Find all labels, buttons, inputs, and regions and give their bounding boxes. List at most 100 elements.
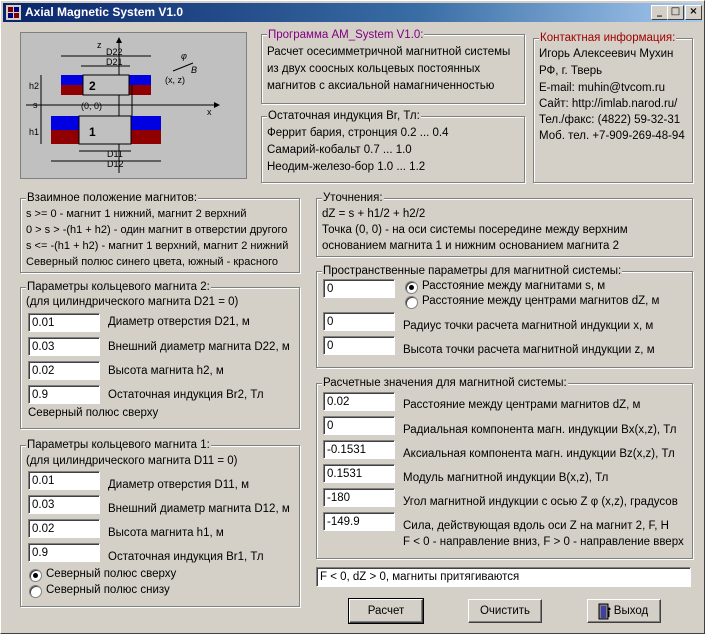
north-bottom-radio[interactable] (29, 585, 42, 598)
d21-label: Диаметр отверстия D21, м (108, 316, 250, 328)
d21-input[interactable]: 0.01 (28, 313, 100, 332)
dz-output[interactable]: 0.02 (323, 392, 395, 411)
z-arrow-icon (116, 37, 122, 43)
clarify-line-3: основанием магнита 1 и нижним основанием… (322, 240, 620, 252)
distance-s-label[interactable]: Расстояние между магнитами s, м (422, 280, 605, 292)
force-output[interactable]: -149.9 (323, 512, 395, 531)
diagram-label-h1: h1 (29, 127, 39, 137)
d11-label: Диаметр отверстия D11, м (108, 479, 249, 491)
contact-line-1: Игорь Алексеевич Мухин (539, 48, 674, 60)
br1-input[interactable]: 0.9 (28, 543, 100, 562)
residual-line-1: Феррит бария, стронция 0.2 ... 0.4 (267, 127, 449, 139)
residual-title: Остаточная индукция Br, Тл: (267, 110, 421, 122)
s-input[interactable]: 0 (323, 279, 395, 298)
contact-line-2: РФ, г. Тверь (539, 65, 603, 77)
clarify-line-2: Точка (0, 0) - на оси системы посередине… (322, 224, 628, 236)
diagram-label-d11: D11 (107, 149, 123, 159)
residual-line-2: Самарий-кобальт 0.7 ... 1.0 (267, 144, 412, 156)
residual-line-3: Неодим-железо-бор 1.0 ... 1.2 (267, 161, 426, 173)
magnet1-title: Параметры кольцевого магнита 1: (26, 439, 211, 451)
magnet2-title: Параметры кольцевого магнита 2: (26, 281, 211, 293)
diagram-label-xz: (x, z) (165, 75, 185, 85)
magnet1-hole (79, 116, 131, 144)
magnet-diagram: z D22 D21 φ B (x, z) 2 h2 s (0, 0) x dZ (20, 32, 247, 179)
magnet1-subtitle: (для цилиндрического магнита D11 = 0) (26, 455, 238, 467)
br1-label: Остаточная индукция Br1, Тл (108, 551, 264, 563)
distance-dz-radio[interactable] (405, 296, 418, 309)
x-label: Радиус точки расчета магнитной индукции … (403, 320, 654, 332)
program-title: Программа AM_System V1.0: (267, 29, 425, 41)
north-top-radio[interactable] (29, 569, 42, 582)
diagram-label-d21: D21 (106, 57, 123, 67)
bx-output[interactable]: 0 (323, 416, 395, 435)
bz-output-label: Аксиальная компонента магн. индукции Bz(… (403, 448, 675, 460)
magnet2-north-note: Северный полюс сверху (28, 407, 159, 419)
diagram-label-magnet2: 2 (89, 79, 96, 93)
status-field[interactable]: F < 0, dZ > 0, магниты притягиваются (316, 567, 691, 587)
program-line-3: магнитов с аксиальной намагниченностью (267, 80, 495, 92)
contact-line-6: Моб. тел. +7-909-269-48-94 (539, 130, 685, 142)
window-title: Axial Magnetic System V1.0 (25, 5, 184, 19)
position-line-2: 0 > s > -(h1 + h2) - один магнит в отвер… (26, 224, 288, 236)
force-direction-note: F < 0 - направление вниз, F > 0 - направ… (403, 536, 684, 548)
d22-label: Внешний диаметр магнита D22, м (108, 341, 290, 353)
contact-title: Контактная информация: (539, 32, 677, 44)
close-button[interactable]: × (685, 5, 702, 20)
diagram-label-magnet1: 1 (89, 125, 96, 139)
clear-button[interactable]: Очистить (468, 599, 542, 623)
diagram-label-phi: φ (181, 51, 187, 61)
x-input[interactable]: 0 (323, 312, 395, 331)
maximize-button[interactable]: □ (667, 5, 684, 20)
diagram-label-origin: (0, 0) (81, 101, 102, 111)
d12-label: Внешний диаметр магнита D12, м (108, 503, 290, 515)
title-bar[interactable]: Axial Magnetic System V1.0 _ □ × (3, 3, 702, 22)
angle-output[interactable]: -180 (323, 488, 395, 507)
br2-input[interactable]: 0.9 (28, 385, 100, 404)
program-line-2: из двух соосных кольцевых постоянных (267, 63, 481, 75)
z-input[interactable]: 0 (323, 336, 395, 355)
program-line-1: Расчет осесимметричной магнитной системы (267, 46, 511, 58)
diagram-label-z: z (97, 40, 102, 50)
dz-output-label: Расстояние между центрами магнитов dZ, м (403, 399, 641, 411)
main-window: Axial Magnetic System V1.0 _ □ × z D22 D… (0, 0, 705, 634)
diagram-label-x: x (207, 107, 212, 117)
exit-door-icon (598, 603, 612, 620)
exit-button[interactable]: Выход (587, 599, 661, 623)
contact-line-3: E-mail: muhin@tvcom.ru (539, 82, 666, 94)
distance-dz-label[interactable]: Расстояние между центрами магнитов dZ, м (422, 295, 659, 307)
north-bottom-label[interactable]: Северный полюс снизу (46, 584, 170, 596)
position-line-3: s <= -(h1 + h2) - магнит 1 верхний, магн… (26, 240, 289, 252)
d11-input[interactable]: 0.01 (28, 471, 100, 490)
minimize-button[interactable]: _ (651, 5, 668, 20)
contact-line-4: Сайт: http://imlab.narod.ru/ (539, 98, 678, 110)
exit-label: Выход (613, 605, 649, 617)
diagram-svg: z D22 D21 φ B (x, z) 2 h2 s (0, 0) x dZ (26, 37, 220, 173)
d22-input[interactable]: 0.03 (28, 337, 100, 356)
z-label: Высота точки расчета магнитной индукции … (403, 344, 655, 356)
h2-input[interactable]: 0.02 (28, 361, 100, 380)
clarify-title: Уточнения: (322, 192, 384, 204)
position-title: Взаимное положение магнитов: (26, 192, 199, 204)
d12-input[interactable]: 0.03 (28, 495, 100, 514)
magnet2-subtitle: (для цилиндрического магнита D21 = 0) (26, 296, 239, 308)
br2-label: Остаточная индукция Br2, Тл (108, 389, 264, 401)
position-line-4: Северный полюс синего цвета, южный - кра… (26, 256, 278, 268)
bz-output[interactable]: -0.1531 (323, 440, 395, 459)
north-top-label[interactable]: Северный полюс сверху (46, 568, 176, 580)
angle-output-label: Угол магнитной индукции с осью Z φ (x,z)… (403, 496, 678, 508)
calculate-button[interactable]: Расчет (348, 598, 424, 624)
x-arrow-icon (214, 102, 220, 108)
diagram-label-d12: D12 (107, 159, 124, 169)
b-vector (172, 62, 194, 72)
b-output-label: Модуль магнитной индукции B(x,z), Тл (403, 472, 609, 484)
distance-s-radio[interactable] (405, 281, 418, 294)
contact-line-5: Тел./факс: (4822) 59-32-31 (539, 114, 681, 126)
force-output-label: Сила, действующая вдоль оси Z на магнит … (403, 520, 669, 532)
clarify-line-1: dZ = s + h1/2 + h2/2 (322, 208, 426, 220)
h1-input[interactable]: 0.02 (28, 519, 100, 538)
bx-output-label: Радиальная компонента магн. индукции Bx(… (403, 424, 677, 436)
results-title: Расчетные значения для магнитной системы… (322, 377, 568, 389)
b-output[interactable]: 0.1531 (323, 464, 395, 483)
diagram-label-b: B (191, 65, 197, 75)
spatial-title: Пространственные параметры для магнитной… (322, 265, 623, 277)
